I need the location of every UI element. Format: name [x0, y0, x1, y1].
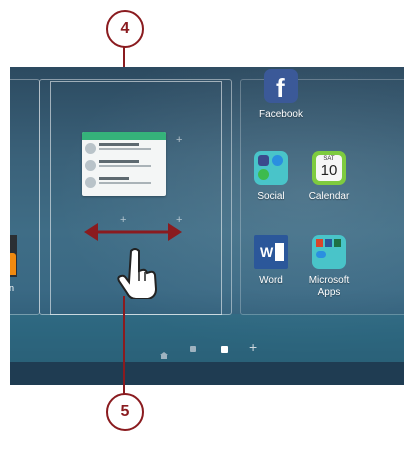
microsoft-apps-folder[interactable]: Microsoft Apps — [299, 235, 359, 299]
home-dot-icon[interactable] — [160, 346, 168, 359]
widget-contact-row — [82, 157, 166, 174]
word-icon: W — [254, 235, 288, 269]
microsoft-apps-label: Microsoft Apps — [308, 275, 350, 298]
calendar-app[interactable]: SAT 10 Calendar — [299, 151, 359, 203]
facebook-app[interactable]: f Facebook — [251, 69, 311, 121]
calendar-date: 10 — [320, 162, 338, 179]
social-folder[interactable]: Social — [241, 151, 301, 203]
calendar-icon: SAT 10 — [312, 151, 346, 185]
social-label: Social — [257, 191, 285, 202]
dock-background — [10, 314, 404, 362]
widget-header — [82, 132, 166, 140]
microsoft-apps-folder-icon — [312, 235, 346, 269]
hand-pointer-icon — [117, 248, 158, 299]
step-5-callout: 5 — [106, 393, 144, 431]
facebook-label: Facebook — [259, 109, 303, 120]
facebook-icon: f — [264, 69, 298, 103]
flame-icon — [10, 253, 16, 275]
step-5-callout-line — [123, 296, 125, 394]
calendar-label: Calendar — [308, 191, 350, 202]
widget-contact-row — [82, 140, 166, 157]
navigation-band — [10, 362, 404, 385]
previous-page-panel[interactable] — [10, 79, 40, 315]
edge-app-icon[interactable] — [10, 235, 17, 277]
edge-app-label: n — [10, 283, 15, 293]
grid-plus-marker: + — [176, 134, 183, 146]
page-dot[interactable] — [190, 346, 196, 352]
widget-contact-row — [82, 174, 166, 191]
social-folder-icon — [254, 151, 288, 185]
step-4-callout: 4 — [106, 10, 144, 48]
add-page-icon[interactable]: + — [249, 340, 257, 354]
current-page-dot[interactable] — [221, 346, 228, 353]
double-arrow-icon — [84, 223, 182, 241]
contacts-widget[interactable] — [82, 132, 166, 196]
home-screen-edit-view: + + + n f Facebook Social SAT 10 Calenda… — [10, 67, 404, 385]
word-app[interactable]: W Word — [241, 235, 301, 287]
word-label: Word — [259, 275, 283, 286]
